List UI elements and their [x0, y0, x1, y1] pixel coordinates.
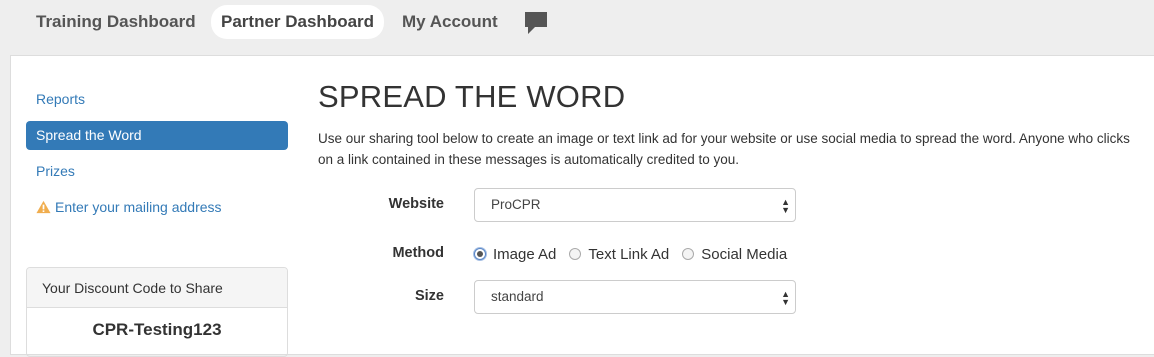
method-option-social-media[interactable]: Social Media: [682, 246, 787, 263]
radio-label: Text Link Ad: [588, 245, 670, 263]
top-navigation: Training Dashboard Partner Dashboard My …: [0, 0, 1154, 44]
method-option-text-link-ad[interactable]: Text Link Ad: [569, 246, 669, 263]
discount-code-panel: Your Discount Code to Share CPR-Testing1…: [26, 267, 288, 357]
sidebar-item-label: Enter your mailing address: [55, 199, 222, 215]
sidebar-item-reports[interactable]: Reports: [26, 85, 288, 114]
website-select[interactable]: ProCPR ▲ ▼: [474, 188, 796, 222]
website-select-value: ProCPR: [491, 197, 541, 212]
chevron-down-icon: ▲ ▼: [781, 289, 790, 307]
sidebar-item-mailing-address[interactable]: Enter your mailing address: [26, 193, 288, 222]
discount-code-heading: Your Discount Code to Share: [27, 268, 287, 308]
chevron-down-icon: ▲ ▼: [781, 197, 790, 215]
method-option-image-ad[interactable]: Image Ad: [474, 246, 556, 263]
size-select-value: standard: [491, 289, 544, 304]
sidebar-item-spread-the-word[interactable]: Spread the Word: [26, 121, 288, 150]
page-title: SPREAD THE WORD: [318, 79, 626, 114]
nav-training-dashboard[interactable]: Training Dashboard: [26, 5, 206, 39]
method-label: Method: [392, 245, 444, 261]
radio-button[interactable]: [569, 248, 582, 260]
method-radio-group: Image Ad Text Link Ad Social Media: [474, 243, 800, 265]
size-label: Size: [414, 288, 444, 304]
sidebar-item-label: Spread the Word: [36, 127, 142, 143]
nav-my-account[interactable]: My Account: [392, 5, 508, 39]
discount-code-value: CPR-Testing123: [92, 320, 222, 339]
chat-bubble-icon[interactable]: [523, 11, 549, 35]
intro-text: Use our sharing tool below to create an …: [318, 131, 1130, 167]
radio-label: Image Ad: [493, 245, 557, 263]
sidebar-item-label: Reports: [36, 91, 86, 107]
size-select[interactable]: standard ▲ ▼: [474, 280, 796, 314]
radio-button[interactable]: [682, 248, 695, 260]
nav-partner-dashboard[interactable]: Partner Dashboard: [211, 5, 385, 39]
sidebar-item-label: Prizes: [36, 163, 75, 179]
sidebar-item-prizes[interactable]: Prizes: [26, 157, 288, 186]
radio-button[interactable]: [474, 248, 486, 260]
warning-icon: [36, 200, 51, 214]
radio-label: Social Media: [701, 245, 788, 263]
website-label: Website: [388, 196, 444, 212]
